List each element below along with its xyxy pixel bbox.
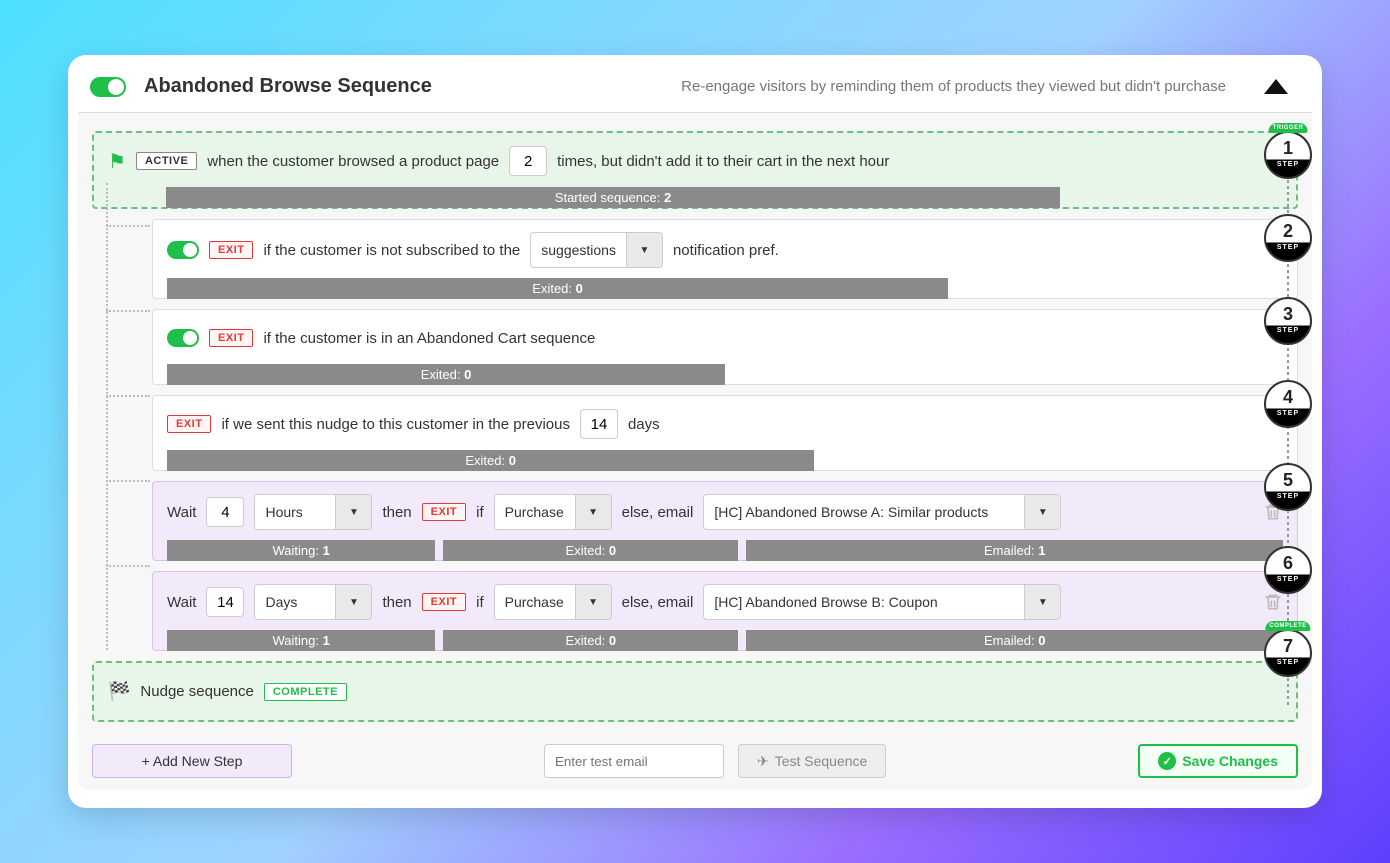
paper-plane-icon: ✈ (757, 753, 769, 770)
exit-badge: EXIT (422, 503, 466, 521)
trigger-times-input[interactable] (509, 146, 547, 176)
exit-text: if the customer is in an Abandoned Cart … (263, 330, 595, 347)
trigger-stat: Started sequence: 2 (166, 187, 1060, 208)
check-circle-icon: ✓ (1158, 752, 1176, 770)
flag-icon: ⚑ (108, 149, 126, 174)
status-badge-active: ACTIVE (136, 152, 197, 170)
complete-step: 🏁 Nudge sequence COMPLETE (92, 661, 1298, 722)
trigger-text-after: times, but didn't add it to their cart i… (557, 153, 889, 170)
chevron-down-icon (626, 233, 662, 267)
complete-badge: COMPLETE (264, 683, 347, 701)
step-connectors (90, 183, 136, 650)
chevron-down-icon (1024, 585, 1060, 619)
step-bubble-5[interactable]: 5STEP (1264, 463, 1312, 511)
exit-badge: EXIT (167, 415, 211, 433)
emailed-stat: Emailed: 0 (746, 630, 1283, 651)
if-label: if (476, 594, 484, 611)
exited-stat: Exited: 0 (443, 540, 738, 561)
exit-step-3: EXIT if we sent this nudge to this custo… (152, 395, 1298, 471)
if-condition-select[interactable]: Purchase (494, 494, 612, 530)
exit-badge: EXIT (209, 241, 253, 259)
exit-stat: Exited: 0 (167, 364, 725, 385)
emailed-stat: Emailed: 1 (746, 540, 1283, 561)
exit-step-2: EXIT if the customer is in an Abandoned … (152, 309, 1298, 385)
exit-text-after: days (628, 416, 660, 433)
waiting-stat: Waiting: 1 (167, 630, 435, 651)
wait-value-input[interactable] (206, 497, 244, 527)
chevron-down-icon (1024, 495, 1060, 529)
exit-toggle[interactable] (167, 329, 199, 347)
exit-badge: EXIT (422, 593, 466, 611)
chevron-down-icon (335, 495, 371, 529)
sequence-title: Abandoned Browse Sequence (144, 75, 432, 98)
step-bubble-1[interactable]: 1STEP (1264, 131, 1312, 179)
exit-stat: Exited: 0 (167, 278, 948, 299)
card-body: ⚑ ACTIVE when the customer browsed a pro… (78, 112, 1312, 790)
wait-unit-select[interactable]: Hours (254, 494, 372, 530)
step-rail: 1STEP 2STEP 3STEP 4STEP 5STEP 6STEP 7STE… (1258, 131, 1318, 730)
sequence-description: Re-engage visitors by reminding them of … (450, 78, 1246, 95)
wait-step-2: Wait Days then EXIT if Purchase else, em… (152, 571, 1298, 651)
card-header: Abandoned Browse Sequence Re-engage visi… (78, 65, 1312, 112)
exit-badge: EXIT (209, 329, 253, 347)
email-template-select[interactable]: [HC] Abandoned Browse B: Coupon (703, 584, 1061, 620)
trigger-text-before: when the customer browsed a product page (207, 153, 499, 170)
chevron-down-icon (575, 495, 611, 529)
exit-days-input[interactable] (580, 409, 618, 439)
step-bubble-4[interactable]: 4STEP (1264, 380, 1312, 428)
wait-label: Wait (167, 594, 196, 611)
save-button[interactable]: ✓ Save Changes (1138, 744, 1298, 778)
waiting-stat: Waiting: 1 (167, 540, 435, 561)
chevron-down-icon (575, 585, 611, 619)
collapse-icon[interactable] (1264, 79, 1288, 94)
step-bubble-2[interactable]: 2STEP (1264, 214, 1312, 262)
chevron-down-icon (335, 585, 371, 619)
sequence-enable-toggle[interactable] (90, 77, 126, 97)
exit-toggle[interactable] (167, 241, 199, 259)
footer-bar: + Add New Step ✈ Test Sequence ✓ Save Ch… (92, 732, 1298, 778)
if-condition-select[interactable]: Purchase (494, 584, 612, 620)
trigger-step: ⚑ ACTIVE when the customer browsed a pro… (92, 131, 1298, 209)
wait-label: Wait (167, 504, 196, 521)
exit-stat: Exited: 0 (167, 450, 814, 471)
add-step-button[interactable]: + Add New Step (92, 744, 292, 778)
exit-text-before: if we sent this nudge to this customer i… (221, 416, 570, 433)
exited-stat: Exited: 0 (443, 630, 738, 651)
step-bubble-3[interactable]: 3STEP (1264, 297, 1312, 345)
if-label: if (476, 504, 484, 521)
step-bubble-6[interactable]: 6STEP (1264, 546, 1312, 594)
exit-text: if the customer is not subscribed to the (263, 242, 520, 259)
wait-step-1: Wait Hours then EXIT if Purchase else, e… (152, 481, 1298, 561)
wait-value-input[interactable] (206, 587, 244, 617)
exit-text-after: notification pref. (673, 242, 779, 259)
else-label: else, email (622, 594, 694, 611)
test-sequence-button[interactable]: ✈ Test Sequence (738, 744, 886, 778)
step-bubble-7[interactable]: 7STEP (1264, 629, 1312, 677)
notification-pref-select[interactable]: suggestions (530, 232, 663, 268)
then-label: then (382, 594, 411, 611)
sequence-card: Abandoned Browse Sequence Re-engage visi… (68, 55, 1322, 808)
checkered-flag-icon: 🏁 (108, 681, 130, 702)
complete-text: Nudge sequence (140, 683, 253, 700)
wait-unit-select[interactable]: Days (254, 584, 372, 620)
email-template-select[interactable]: [HC] Abandoned Browse A: Similar product… (703, 494, 1061, 530)
exit-step-1: EXIT if the customer is not subscribed t… (152, 219, 1298, 299)
then-label: then (382, 504, 411, 521)
else-label: else, email (622, 504, 694, 521)
test-email-input[interactable] (544, 744, 724, 778)
